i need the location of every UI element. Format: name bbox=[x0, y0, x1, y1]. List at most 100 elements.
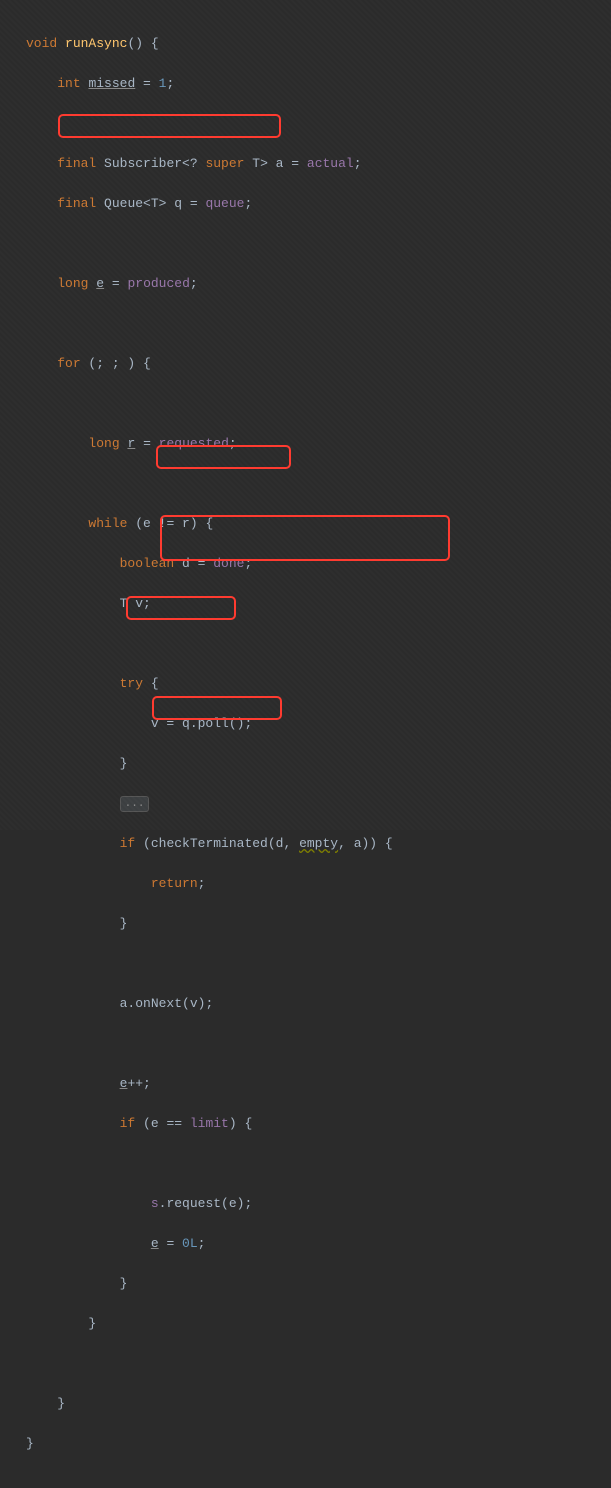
code-line: } bbox=[26, 1394, 611, 1414]
code-text: () { bbox=[127, 36, 158, 51]
blank-line bbox=[26, 314, 611, 334]
blank-line bbox=[26, 1154, 611, 1174]
code-line: boolean d = done; bbox=[26, 554, 611, 574]
code-line: } bbox=[26, 1314, 611, 1334]
code-text: } bbox=[120, 756, 128, 771]
code-line: if (checkTerminated(d, empty, a)) { bbox=[26, 834, 611, 854]
code-text: checkTerminated(d, bbox=[151, 836, 299, 851]
keyword-boolean: boolean bbox=[120, 556, 175, 571]
code-text: ; bbox=[198, 1236, 206, 1251]
keyword-while: while bbox=[88, 516, 127, 531]
keyword-long: long bbox=[88, 436, 119, 451]
blank-line bbox=[26, 954, 611, 974]
keyword-void: void bbox=[26, 36, 57, 51]
code-text: } bbox=[120, 1276, 128, 1291]
code-line: while (e != r) { bbox=[26, 514, 611, 534]
code-text: ; bbox=[244, 196, 252, 211]
keyword-final: final bbox=[57, 156, 96, 171]
code-line: } bbox=[26, 914, 611, 934]
blank-line bbox=[26, 394, 611, 414]
keyword-int: int bbox=[57, 76, 80, 91]
blank-line bbox=[26, 114, 611, 134]
code-text: ++; bbox=[127, 1076, 150, 1091]
code-line: for (; ; ) { bbox=[26, 354, 611, 374]
code-text: = bbox=[135, 76, 158, 91]
code-text: Subscriber<? bbox=[96, 156, 205, 171]
keyword-if: if bbox=[120, 1116, 136, 1131]
keyword-return: return bbox=[151, 876, 198, 891]
code-text: } bbox=[57, 1396, 65, 1411]
field-ref: limit bbox=[190, 1116, 229, 1131]
blank-line bbox=[26, 634, 611, 654]
code-line: s.request(e); bbox=[26, 1194, 611, 1214]
code-text: = bbox=[159, 1236, 182, 1251]
code-line: e++; bbox=[26, 1074, 611, 1094]
code-text: ; bbox=[198, 876, 206, 891]
code-line: ... bbox=[26, 794, 611, 814]
code-line: T v; bbox=[26, 594, 611, 614]
code-text: ) { bbox=[229, 1116, 252, 1131]
variable: e bbox=[96, 276, 104, 291]
code-text: } bbox=[120, 916, 128, 931]
code-line: final Subscriber<? super T> a = actual; bbox=[26, 154, 611, 174]
code-text: (; ; ) { bbox=[81, 356, 151, 371]
code-line: } bbox=[26, 1434, 611, 1454]
blank-line bbox=[26, 1034, 611, 1054]
code-line: try { bbox=[26, 674, 611, 694]
code-text: ( bbox=[135, 836, 151, 851]
code-text: Queue<T> q = bbox=[96, 196, 205, 211]
variable: e bbox=[120, 1076, 128, 1091]
blank-line bbox=[26, 234, 611, 254]
code-line: } bbox=[26, 754, 611, 774]
field-ref: queue bbox=[205, 196, 244, 211]
code-text: , a)) { bbox=[338, 836, 393, 851]
variable: e bbox=[151, 1236, 159, 1251]
field-ref: s bbox=[151, 1196, 159, 1211]
method-name: runAsync bbox=[65, 36, 127, 51]
code-editor[interactable]: void runAsync() { int missed = 1; final … bbox=[0, 0, 611, 1488]
code-line: int missed = 1; bbox=[26, 74, 611, 94]
code-line: void runAsync() { bbox=[26, 34, 611, 54]
code-text: } bbox=[26, 1436, 34, 1451]
code-line: a.onNext(v); bbox=[26, 994, 611, 1014]
number-literal: 0L bbox=[182, 1236, 198, 1251]
code-line: v = q.poll(); bbox=[26, 714, 611, 734]
code-text: T> a = bbox=[244, 156, 306, 171]
code-text: v = q.poll(); bbox=[151, 716, 252, 731]
code-line: e = 0L; bbox=[26, 1234, 611, 1254]
code-text: a.onNext(v); bbox=[120, 996, 214, 1011]
blank-line bbox=[26, 1354, 611, 1374]
keyword-long: long bbox=[57, 276, 88, 291]
field-ref: requested bbox=[159, 436, 229, 451]
code-text: ; bbox=[354, 156, 362, 171]
code-line: long e = produced; bbox=[26, 274, 611, 294]
code-text: = bbox=[104, 276, 127, 291]
fold-marker[interactable]: ... bbox=[120, 796, 150, 812]
field-ref: done bbox=[213, 556, 244, 571]
warn-ident: empty bbox=[299, 836, 338, 851]
code-text: ; bbox=[229, 436, 237, 451]
code-text: .request(e); bbox=[159, 1196, 253, 1211]
keyword-if: if bbox=[120, 836, 136, 851]
field-ref: actual bbox=[307, 156, 354, 171]
code-text: v; bbox=[127, 596, 150, 611]
blank-line bbox=[26, 474, 611, 494]
code-line: final Queue<T> q = queue; bbox=[26, 194, 611, 214]
code-text: ; bbox=[190, 276, 198, 291]
code-line: } bbox=[26, 1274, 611, 1294]
keyword-try: try bbox=[120, 676, 143, 691]
code-line: long r = requested; bbox=[26, 434, 611, 454]
field-ref: produced bbox=[127, 276, 189, 291]
code-text: = bbox=[135, 436, 158, 451]
code-text: ; bbox=[244, 556, 252, 571]
code-text: (e != r) { bbox=[127, 516, 213, 531]
keyword-final: final bbox=[57, 196, 96, 211]
variable: missed bbox=[88, 76, 135, 91]
keyword-super: super bbox=[205, 156, 244, 171]
code-text: } bbox=[88, 1316, 96, 1331]
code-text: d = bbox=[174, 556, 213, 571]
keyword-for: for bbox=[57, 356, 80, 371]
code-line: if (e == limit) { bbox=[26, 1114, 611, 1134]
code-line: return; bbox=[26, 874, 611, 894]
code-text: { bbox=[143, 676, 159, 691]
